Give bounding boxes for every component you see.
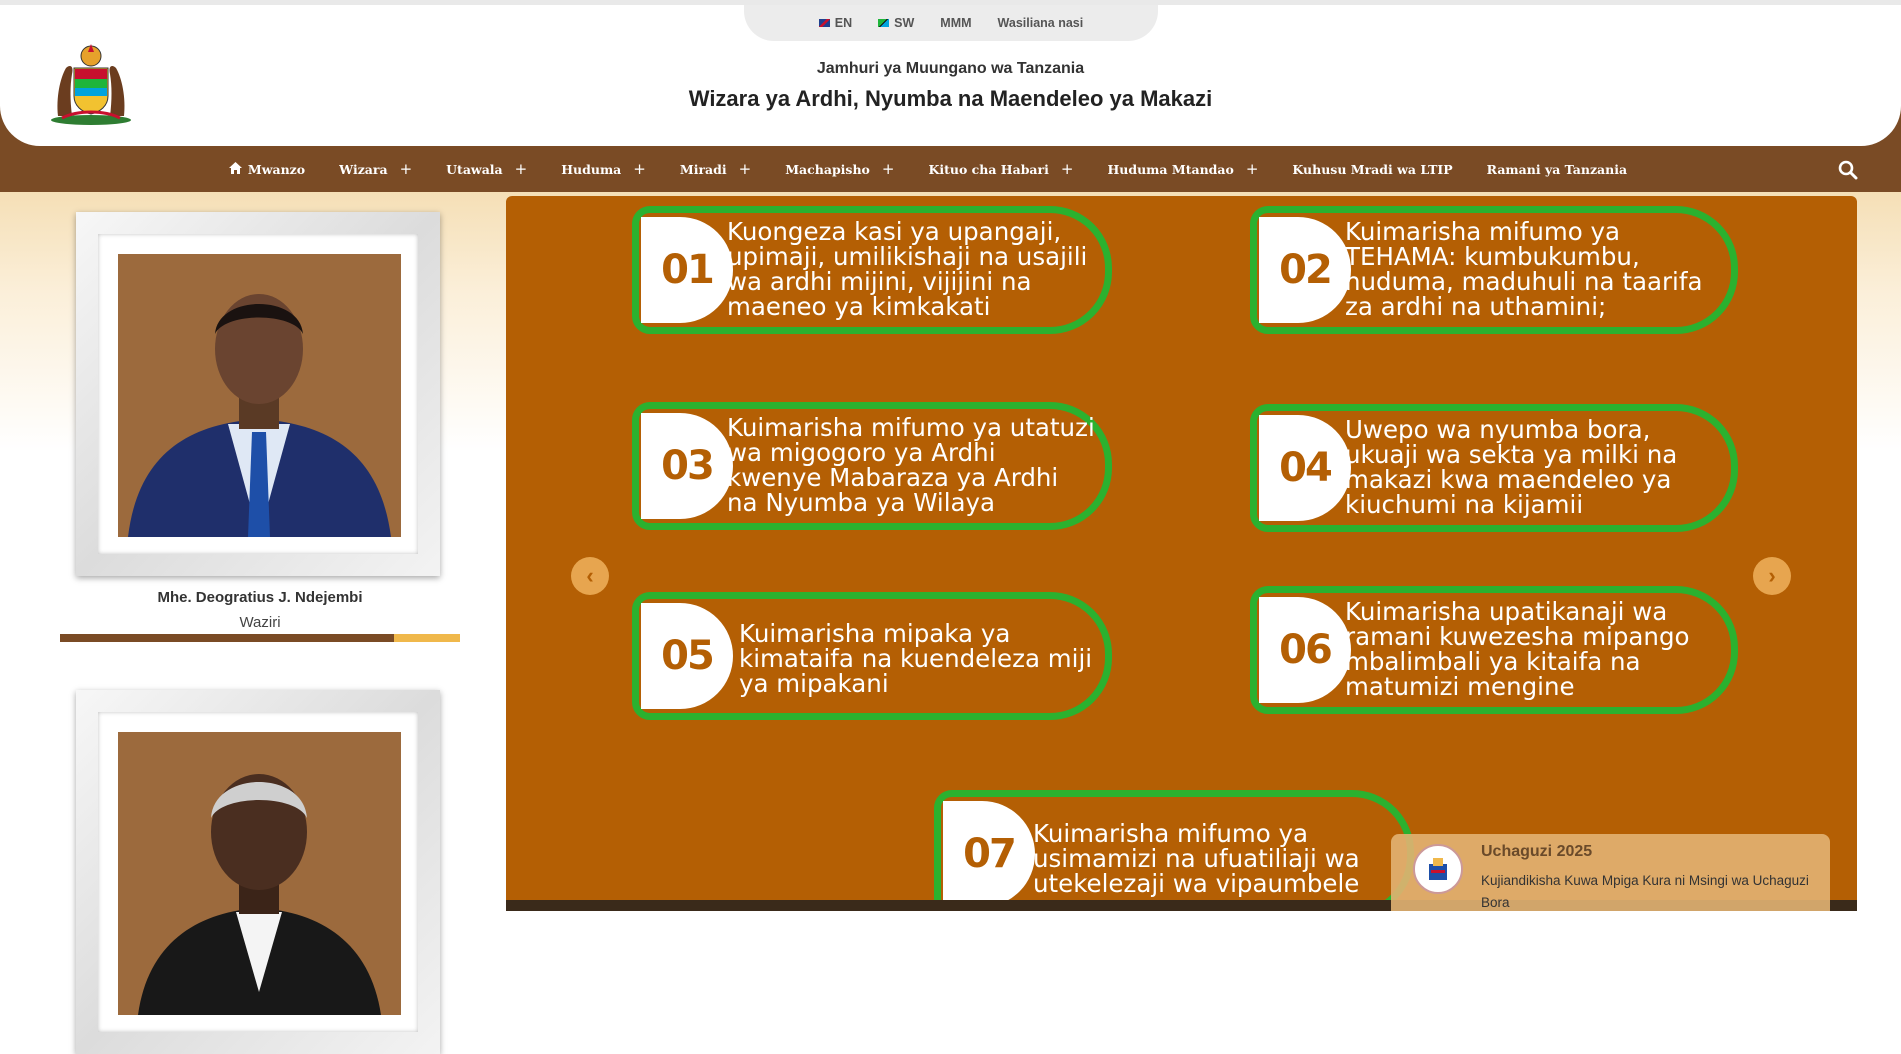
nav-item-label: Miradi bbox=[679, 161, 727, 177]
nav-item-label: Huduma bbox=[561, 161, 622, 177]
nav-item-machapisho[interactable]: Machapisho + bbox=[785, 160, 894, 178]
header-title: Wizara ya Ardhi, Nyumba na Maendeleo ya … bbox=[688, 86, 1213, 111]
notification-title: Uchaguzi 2025 bbox=[1481, 843, 1593, 860]
notification-text: Kujiandikisha Kuwa Mpiga Kura ni Msingi … bbox=[1481, 873, 1809, 910]
tz-flag-icon bbox=[878, 19, 890, 27]
divider-accent bbox=[394, 634, 460, 642]
priority-text: Kuimarisha mifumo ya TEHAMA: kumbukumbu,… bbox=[1345, 217, 1703, 321]
chevron-right-icon: › bbox=[1768, 563, 1776, 588]
plus-icon: + bbox=[514, 160, 528, 178]
nav-item-label: Wizara bbox=[339, 161, 388, 177]
coat-of-arms-logo[interactable] bbox=[48, 38, 134, 126]
priority-number: 04 bbox=[1259, 415, 1351, 521]
nav-item-utawala[interactable]: Utawala + bbox=[446, 160, 527, 178]
election-notification[interactable]: Uchaguzi 2025 Kujiandikisha Kuwa Mpiga K… bbox=[1391, 834, 1830, 911]
leader-divider bbox=[60, 634, 460, 642]
priority-card: 03 Kuimarisha mifumo ya utatuzi wa migog… bbox=[632, 402, 1112, 530]
main-nav: Mwanzo Wizara + Utawala + Huduma + Mirad… bbox=[0, 146, 1901, 192]
priority-card: 01 Kuongeza kasi ya upangaji, upimaji, u… bbox=[632, 206, 1112, 334]
priority-text: Kuongeza kasi ya upangaji, upimaji, umil… bbox=[727, 217, 1088, 321]
priority-number: 05 bbox=[641, 603, 733, 709]
priority-card: 07 Kuimarisha mifumo ya usimamizi na ufu… bbox=[934, 790, 1414, 911]
lang-sw-link[interactable]: SW bbox=[878, 16, 914, 30]
ballot-box-icon bbox=[1413, 844, 1463, 894]
priority-text: Uwepo wa nyumba bora, ukuaji wa sekta ya… bbox=[1345, 415, 1678, 519]
plus-icon: + bbox=[738, 160, 752, 178]
plus-icon: + bbox=[1245, 160, 1259, 178]
nav-item-wizara[interactable]: Wizara + bbox=[339, 160, 412, 178]
slider-next-button[interactable]: › bbox=[1753, 557, 1791, 595]
lang-sw-label: SW bbox=[894, 16, 915, 30]
leader-photo[interactable] bbox=[118, 732, 401, 1015]
uk-flag-icon bbox=[818, 19, 830, 27]
plus-icon: + bbox=[399, 160, 413, 178]
nav-item-kituo-cha-habari[interactable]: Kituo cha Habari + bbox=[928, 160, 1073, 178]
priority-card: 06 Kuimarisha upatikanaji wa ramani kuwe… bbox=[1250, 586, 1738, 714]
contact-link[interactable]: Wasiliana nasi bbox=[998, 16, 1084, 30]
leader-photo-frame bbox=[76, 690, 440, 1054]
priorities-slider[interactable]: 01 Kuongeza kasi ya upangaji, upimaji, u… bbox=[506, 196, 1857, 911]
priority-card: 05 Kuimarisha mipaka ya kimataifa na kue… bbox=[632, 592, 1112, 720]
home-icon bbox=[228, 161, 242, 177]
priority-number: 06 bbox=[1259, 597, 1351, 703]
priority-card: 04 Uwepo wa nyumba bora, ukuaji wa sekta… bbox=[1250, 404, 1738, 532]
leader-role: Waziri bbox=[239, 614, 281, 631]
priority-text: Kuimarisha upatikanaji wa ramani kuwezes… bbox=[1345, 597, 1690, 701]
priority-number: 01 bbox=[641, 217, 733, 323]
plus-icon: + bbox=[1060, 160, 1074, 178]
leader-photo-frame bbox=[76, 212, 440, 576]
priority-text: Kuimarisha mifumo ya usimamizi na ufuati… bbox=[1033, 819, 1360, 898]
leader-photo[interactable] bbox=[118, 254, 401, 537]
lang-en-link[interactable]: EN bbox=[818, 16, 853, 30]
nav-item-mwanzo[interactable]: Mwanzo bbox=[228, 161, 306, 177]
nav-item-label: Mwanzo bbox=[247, 161, 306, 177]
priority-number: 03 bbox=[641, 413, 733, 519]
nav-item-label: Huduma Mtandao bbox=[1107, 161, 1234, 177]
nav-item-miradi[interactable]: Miradi + bbox=[680, 160, 751, 178]
header-subtitle: Jamhuri ya Muungano wa Tanzania bbox=[816, 60, 1085, 77]
plus-icon: + bbox=[633, 160, 646, 178]
nav-item-ltip[interactable]: Kuhusu Mradi wa LTIP bbox=[1292, 162, 1452, 177]
nav-item-huduma[interactable]: Huduma + bbox=[561, 160, 646, 178]
priority-number: 02 bbox=[1259, 217, 1351, 323]
utility-bar: EN SW MMM Wasiliana nasi bbox=[744, 5, 1158, 41]
priority-card: 02 Kuimarisha mifumo ya TEHAMA: kumbukum… bbox=[1250, 206, 1738, 334]
mmm-link[interactable]: MMM bbox=[940, 16, 971, 30]
nav-item-label: Utawala bbox=[446, 161, 503, 177]
nav-item-label: Kituo cha Habari bbox=[928, 161, 1049, 177]
priority-text: Kuimarisha mifumo ya utatuzi wa migogoro… bbox=[727, 413, 1095, 517]
nav-item-label: Ramani ya Tanzania bbox=[1486, 161, 1628, 177]
search-icon[interactable] bbox=[1838, 160, 1858, 180]
nav-item-ramani[interactable]: Ramani ya Tanzania bbox=[1487, 162, 1627, 177]
leader-name: Mhe. Deogratius J. Ndejembi bbox=[157, 589, 363, 606]
plus-icon: + bbox=[881, 160, 895, 178]
chevron-left-icon: ‹ bbox=[586, 563, 594, 588]
slider-prev-button[interactable]: ‹ bbox=[571, 557, 609, 595]
priority-text: Kuimarisha mipaka ya kimataifa na kuende… bbox=[739, 619, 1093, 698]
lang-en-label: EN bbox=[834, 16, 853, 30]
nav-item-label: Kuhusu Mradi wa LTIP bbox=[1292, 161, 1453, 177]
nav-item-label: Machapisho bbox=[785, 161, 870, 177]
priority-number: 07 bbox=[943, 801, 1035, 907]
site-header: EN SW MMM Wasiliana nasi Jamhuri ya Muun… bbox=[0, 0, 1901, 146]
nav-item-huduma-mtandao[interactable]: Huduma Mtandao + bbox=[1107, 160, 1258, 178]
